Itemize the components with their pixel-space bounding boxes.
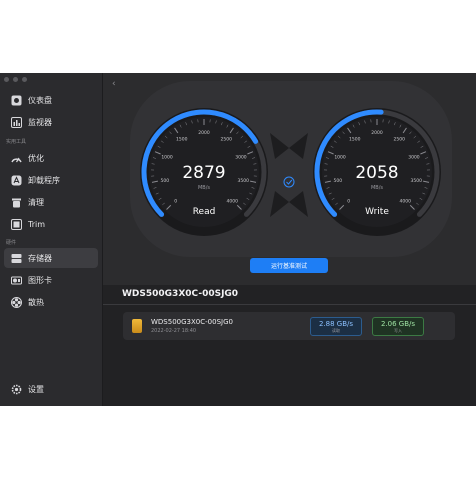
optimize-icon — [10, 152, 22, 164]
section-hardware-label: 硬件 — [6, 240, 17, 246]
sidebar-item-label: 清理 — [28, 197, 44, 207]
gauge-tick-label: 2500 — [220, 137, 232, 143]
gear-icon — [10, 383, 22, 395]
sidebar-item-label: 卸载程序 — [28, 175, 60, 185]
sidebar-item-label: 图形卡 — [28, 275, 52, 285]
uninstall-icon — [10, 174, 22, 186]
write-gauge: 0 500 1000 1500 2000 2500 3000 3500 4000 2058 MB/s… — [313, 108, 441, 236]
gauge-tick-label: 1000 — [161, 155, 173, 161]
read-gauge: 0 500 1000 1500 2000 2500 3000 3500 4000 2879 MB/s… — [140, 108, 268, 236]
gauge-tick-label: 1500 — [176, 137, 188, 143]
drive-icon — [132, 319, 142, 333]
gauge-tick-label: 500 — [160, 178, 169, 184]
disk-date: 2022-02-27 18:40 — [151, 328, 197, 334]
sidebar: 仪表盘 监视器 实用工具 优化 卸载程序 清理 Trim 硬件 存储器 图形卡 … — [0, 73, 103, 406]
read-label: Read — [193, 207, 216, 217]
sidebar-item-storage[interactable]: 存储器 — [4, 248, 98, 268]
write-label: Write — [365, 207, 389, 217]
write-speed-value: 2058 — [355, 163, 398, 183]
center-connector-bottom — [270, 191, 308, 217]
disk-name: WDS500G3X0C-00SJG0 — [151, 318, 233, 326]
sidebar-item-dashboard[interactable]: 仪表盘 — [4, 90, 98, 110]
sidebar-item-monitor[interactable]: 监视器 — [4, 112, 98, 132]
run-benchmark-button[interactable]: 运行基准测试 — [250, 258, 328, 273]
trash-icon — [10, 196, 22, 208]
gauge-tick-label: 4000 — [400, 198, 412, 204]
gauge-tick-label: 2000 — [371, 130, 383, 136]
write-speed-unit: MB/s — [371, 185, 383, 191]
disk-list-item[interactable]: WDS500G3X0C-00SJG0 2022-02-27 18:40 2.88… — [123, 312, 455, 340]
read-speed-label: 读取 — [332, 328, 340, 333]
sidebar-item-label: 仪表盘 — [28, 95, 52, 105]
write-speed-label: 写入 — [394, 328, 402, 333]
trim-icon — [10, 218, 22, 230]
app-window: 仪表盘 监视器 实用工具 优化 卸载程序 清理 Trim 硬件 存储器 图形卡 … — [0, 73, 476, 406]
benchmark-hero: ‹ 0 500 1000 1500 2000 2500 3000 3500 4000 2879 MB… — [103, 73, 476, 285]
sidebar-item-label: 散热 — [28, 297, 44, 307]
read-speed-unit: MB/s — [198, 185, 210, 191]
main-content: ‹ 0 500 1000 1500 2000 2500 3000 3500 4000 2879 MB… — [103, 73, 476, 406]
check-icon — [283, 176, 295, 188]
gauges: 0 500 1000 1500 2000 2500 3000 3500 4000 2879 MB/s… — [140, 108, 441, 236]
write-speed-badge: 2.06 GB/s 写入 — [372, 317, 424, 336]
section-tools-label: 实用工具 — [6, 139, 27, 145]
read-speed-value: 2879 — [182, 163, 225, 183]
sidebar-item-label: 监视器 — [28, 117, 52, 127]
gauge-tick-label: 3000 — [235, 155, 247, 161]
fan-icon — [10, 296, 22, 308]
sidebar-item-uninstall[interactable]: 卸载程序 — [4, 170, 98, 190]
sidebar-item-label: 存储器 — [28, 253, 52, 263]
sidebar-item-label: Trim — [28, 219, 46, 229]
gauge-tick-label: 3500 — [238, 178, 250, 184]
sidebar-item-clean[interactable]: 清理 — [4, 192, 98, 212]
read-speed-value: 2.88 GB/s — [318, 320, 354, 328]
gauge-tick-label: 4000 — [227, 198, 239, 204]
sidebar-item-trim[interactable]: Trim — [4, 214, 98, 234]
window-controls[interactable] — [4, 77, 27, 82]
sidebar-item-label: 优化 — [28, 153, 44, 163]
disk-title: WDS500G3X0C-00SJG0 — [122, 289, 239, 299]
gauge-tick-label: 2000 — [198, 130, 210, 136]
gauge-tick-label: 0 — [347, 198, 350, 204]
sidebar-item-settings[interactable]: 设置 — [4, 379, 98, 399]
sidebar-item-gpu[interactable]: 图形卡 — [4, 270, 98, 290]
gauge-tick-label: 3500 — [411, 178, 423, 184]
sidebar-item-cooling[interactable]: 散热 — [4, 292, 98, 312]
read-speed-badge: 2.88 GB/s 读取 — [310, 317, 362, 336]
center-connector-top — [270, 133, 308, 159]
sidebar-item-label: 设置 — [28, 384, 44, 394]
gauge-tick-label: 500 — [333, 178, 342, 184]
divider — [103, 304, 476, 305]
write-speed-value: 2.06 GB/s — [380, 320, 416, 328]
sidebar-item-optimize[interactable]: 优化 — [4, 148, 98, 168]
gpu-icon — [10, 274, 22, 286]
storage-icon — [10, 252, 22, 264]
gauge-tick-label: 0 — [174, 198, 177, 204]
dashboard-icon — [10, 94, 22, 106]
gauge-tick-label: 1000 — [334, 155, 346, 161]
gauge-tick-label: 1500 — [349, 137, 361, 143]
gauge-tick-label: 3000 — [408, 155, 420, 161]
monitor-icon — [10, 116, 22, 128]
gauge-tick-label: 2500 — [393, 137, 405, 143]
